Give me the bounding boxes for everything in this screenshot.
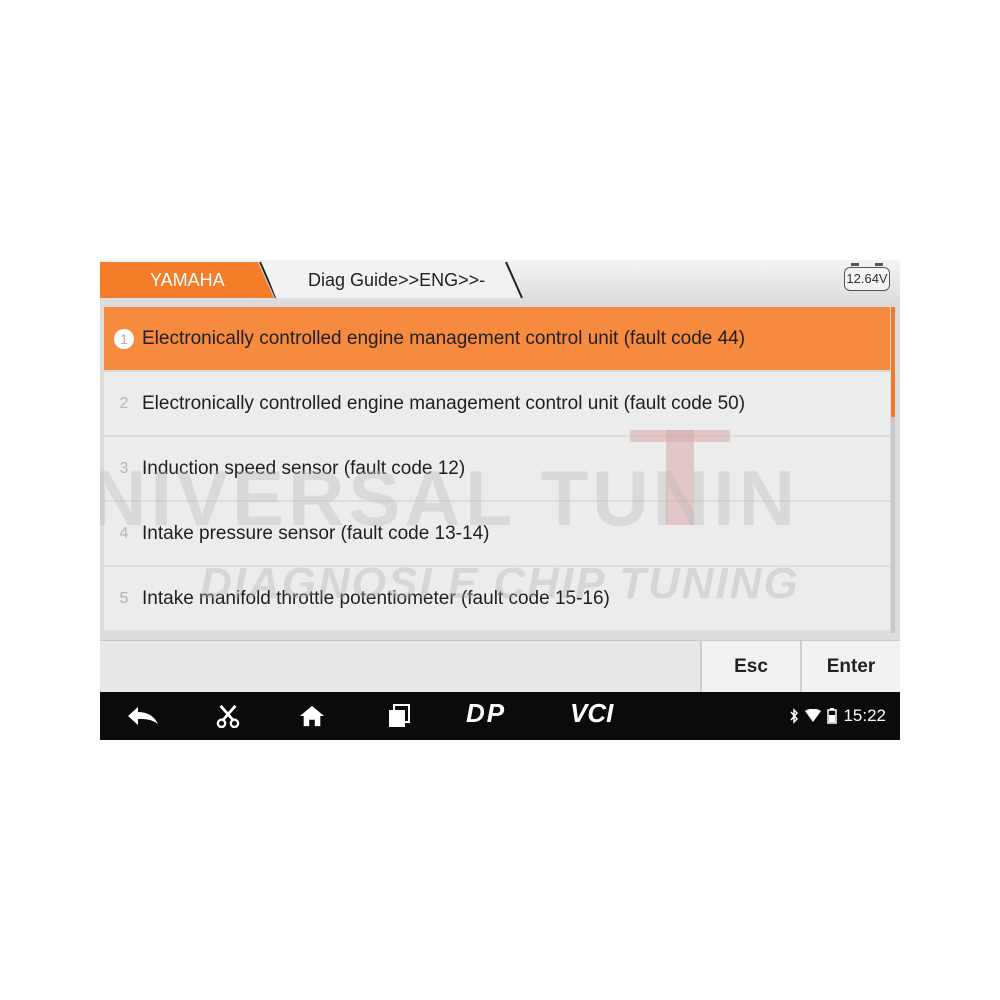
item-label: Electronically controlled engine managem… [142, 392, 746, 414]
item-label: Induction speed sensor (fault code 12) [142, 457, 466, 479]
clock: 15:22 [843, 706, 886, 725]
item-label: Electronically controlled engine managem… [142, 327, 746, 349]
breadcrumb-bar: YAMAHA Diag Guide>>ENG>>- 12.64V [100, 260, 900, 300]
dp-icon[interactable]: DP [466, 698, 506, 729]
status-area: 15:22 [789, 692, 886, 740]
list-item[interactable]: 5 Intake manifold throttle potentiometer… [104, 567, 890, 630]
enter-button[interactable]: Enter [800, 641, 900, 693]
scrollbar-thumb[interactable] [891, 307, 895, 417]
item-number: 2 [119, 394, 129, 412]
list-item[interactable]: 4 Intake pressure sensor (fault code 13-… [104, 502, 890, 565]
home-icon[interactable] [298, 704, 326, 728]
list-item[interactable]: 2 Electronically controlled engine manag… [104, 372, 890, 435]
item-number: 1 [114, 328, 134, 349]
system-nav-bar: DP VCI 15:22 [100, 692, 900, 740]
breadcrumb-path[interactable]: Diag Guide>>ENG>>- [308, 260, 485, 300]
recent-apps-icon[interactable] [386, 704, 412, 728]
vci-icon[interactable]: VCI [570, 698, 613, 729]
item-number: 4 [119, 524, 129, 542]
back-icon[interactable] [126, 704, 160, 728]
breadcrumb-brand[interactable]: YAMAHA [150, 260, 225, 300]
voltage-value: 12.64V [846, 271, 888, 286]
battery-icon [827, 708, 838, 724]
list-item[interactable]: 3 Induction speed sensor (fault code 12) [104, 437, 890, 500]
item-number: 5 [119, 589, 129, 607]
list-item[interactable]: 1 Electronically controlled engine manag… [104, 307, 890, 370]
scissors-icon[interactable] [214, 704, 242, 728]
list-scrollbar[interactable] [891, 307, 895, 633]
item-label: Intake pressure sensor (fault code 13-14… [142, 522, 490, 544]
fault-code-list: 1 Electronically controlled engine manag… [104, 307, 890, 633]
bluetooth-icon [790, 708, 799, 724]
voltage-indicator: 12.64V [844, 263, 890, 291]
diagnostic-screen: YAMAHA Diag Guide>>ENG>>- 12.64V 1 Elect… [100, 260, 900, 740]
action-bar: Esc Enter [100, 640, 900, 693]
item-label: Intake manifold throttle potentiometer (… [142, 587, 610, 609]
wifi-icon [805, 709, 822, 722]
item-number: 3 [119, 459, 129, 477]
esc-button[interactable]: Esc [700, 641, 800, 693]
